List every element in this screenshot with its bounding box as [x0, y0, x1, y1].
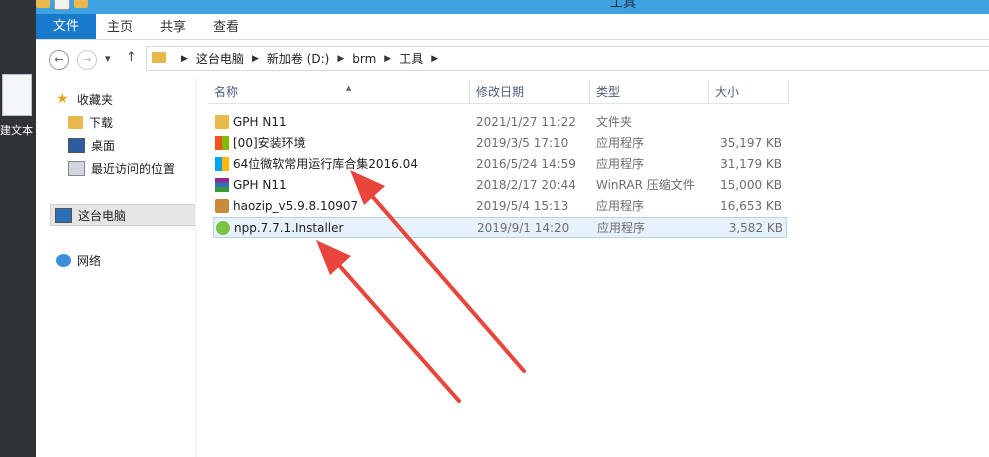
tab-file[interactable]: 文件 — [36, 14, 96, 39]
desktop-icon-label: 建文本 — [0, 124, 33, 137]
app-icon — [215, 136, 229, 150]
column-header-date[interactable]: 修改日期 — [470, 80, 590, 104]
recent-places-icon — [68, 161, 85, 176]
column-header-size[interactable]: 大小 — [709, 80, 789, 104]
breadcrumb-tools[interactable]: 工具 — [399, 50, 423, 67]
app-icon — [215, 157, 229, 171]
breadcrumb-drive-d[interactable]: 新加卷 (D:) — [267, 50, 329, 67]
sidebar-item-desktop[interactable]: 桌面 — [68, 137, 115, 154]
table-row-selected[interactable]: npp.7.7.1.Installer 2019/9/1 14:20 应用程序 … — [213, 217, 787, 238]
sidebar-item-network[interactable]: 网络 — [56, 252, 101, 269]
desktop-background: 建文本 — [0, 0, 36, 457]
downloads-folder-icon — [68, 116, 83, 129]
table-row[interactable]: [00]安装环境 2019/3/5 17:10 应用程序 35,197 KB — [213, 133, 787, 154]
navigation-pane: ★ 收藏夹 下载 桌面 最近访问的位置 这台电脑 网络 — [36, 78, 204, 457]
file-list: ▲ 名称 修改日期 类型 大小 GPH N11 2021/1/27 11:22 … — [195, 78, 989, 457]
table-row[interactable]: GPH N11 2018/2/17 20:44 WinRAR 压缩文件 15,0… — [213, 175, 787, 196]
title-bar: 工具 — [36, 0, 989, 14]
desktop-icon — [68, 138, 85, 153]
up-button[interactable]: ↑ — [126, 50, 137, 65]
breadcrumb-this-pc[interactable]: 这台电脑 — [196, 50, 244, 67]
tab-view[interactable]: 查看 — [213, 18, 239, 38]
recent-locations-chevron-icon[interactable]: ▾ — [105, 52, 111, 65]
sidebar-item-recent[interactable]: 最近访问的位置 — [68, 160, 175, 177]
sidebar-item-this-pc[interactable]: 这台电脑 — [50, 204, 204, 226]
table-row[interactable]: GPH N11 2021/1/27 11:22 文件夹 — [213, 112, 787, 133]
chevron-right-icon[interactable]: ▶ — [181, 54, 188, 64]
sidebar-item-downloads[interactable]: 下载 — [68, 114, 113, 131]
notepadpp-icon — [216, 221, 230, 235]
text-file-icon[interactable] — [2, 74, 32, 116]
tab-share[interactable]: 共享 — [160, 18, 186, 38]
chevron-right-icon[interactable]: ▶ — [252, 54, 259, 64]
table-row[interactable]: haozip_v5.9.8.10907 2019/5/4 15:13 应用程序 … — [213, 196, 787, 217]
computer-icon — [55, 207, 72, 223]
network-icon — [56, 254, 71, 267]
chevron-right-icon[interactable]: ▶ — [337, 54, 344, 64]
folder-icon[interactable] — [36, 0, 50, 8]
winrar-icon — [215, 178, 229, 192]
sidebar-item-favorites[interactable]: ★ 收藏夹 — [56, 91, 113, 108]
forward-button[interactable]: → — [77, 50, 97, 70]
back-button[interactable]: ← — [49, 50, 69, 70]
explorer-window: 工具 文件 主页 共享 查看 ← → ▾ ↑ ▶ 这台电脑 ▶ 新加卷 (D:)… — [36, 0, 989, 457]
folder-icon — [215, 115, 229, 129]
chevron-right-icon[interactable]: ▶ — [431, 54, 438, 64]
breadcrumb: ▶ 这台电脑 ▶ 新加卷 (D:) ▶ brm ▶ 工具 ▶ — [173, 50, 446, 67]
quick-access-toolbar — [36, 0, 88, 10]
table-row[interactable]: 64位微软常用运行库合集2016.04 2016/5/24 14:59 应用程序… — [213, 154, 787, 175]
star-icon: ★ — [56, 91, 69, 107]
new-folder-icon[interactable] — [74, 0, 88, 8]
column-header-type[interactable]: 类型 — [590, 80, 709, 104]
chevron-right-icon[interactable]: ▶ — [384, 54, 391, 64]
haozip-icon — [215, 199, 229, 213]
folder-icon — [152, 52, 166, 63]
address-bar[interactable]: ▶ 这台电脑 ▶ 新加卷 (D:) ▶ brm ▶ 工具 ▶ — [146, 46, 989, 71]
tab-home[interactable]: 主页 — [107, 18, 133, 38]
column-header-name[interactable]: ▲ 名称 — [208, 80, 470, 104]
window-title: 工具 — [610, 0, 637, 11]
ribbon-tabs: 文件 主页 共享 查看 — [36, 14, 989, 40]
sort-up-icon: ▲ — [346, 84, 352, 92]
navigation-bar: ← → ▾ ↑ ▶ 这台电脑 ▶ 新加卷 (D:) ▶ brm ▶ 工具 ▶ — [36, 40, 989, 78]
properties-icon[interactable] — [54, 0, 70, 10]
breadcrumb-brm[interactable]: brm — [352, 52, 376, 66]
